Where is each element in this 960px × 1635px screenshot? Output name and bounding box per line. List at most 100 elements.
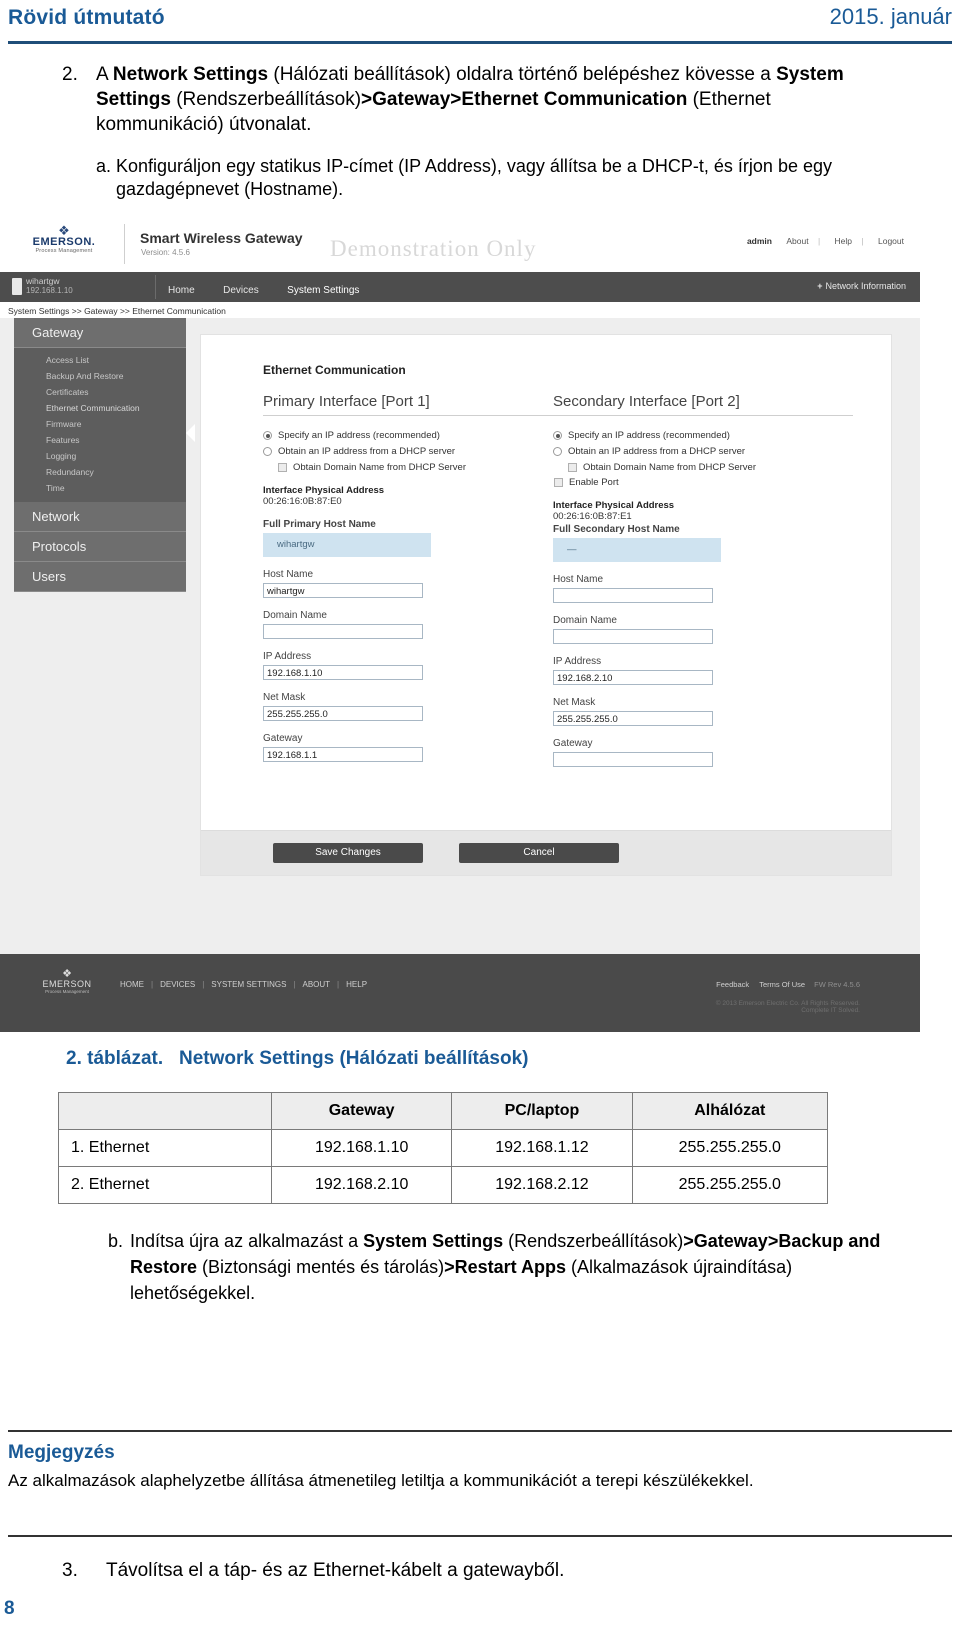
sidebar-item-backup-and-restore[interactable]: Backup And Restore xyxy=(14,368,186,384)
step-2-number: 2. xyxy=(62,64,78,85)
primary-radio-specify-ip[interactable]: Specify an IP address (recommended) xyxy=(263,430,563,441)
step-2b: b. Indítsa újra az alkalmazást a System … xyxy=(108,1228,898,1306)
secondary-host-name-input[interactable] xyxy=(553,588,713,603)
secondary-gateway-input[interactable] xyxy=(553,752,713,767)
nav-item-home[interactable]: Home xyxy=(168,285,195,296)
step-2a-label: a. xyxy=(96,156,112,176)
secondary-gateway-field: Gateway xyxy=(553,738,853,767)
secondary-radio-specify-ip-label: Specify an IP address (recommended) xyxy=(568,430,730,441)
feedback-link[interactable]: Feedback xyxy=(716,980,749,989)
checkbox-icon xyxy=(278,463,287,472)
secondary-radio-specify-ip[interactable]: Specify an IP address (recommended) xyxy=(553,430,853,441)
footer-link-about[interactable]: ABOUT xyxy=(302,980,330,989)
secondary-host-name-field: Host Name xyxy=(553,574,853,603)
step-2a: a. Konfiguráljon egy statikus IP-címet (… xyxy=(96,155,886,201)
secondary-checkbox-enable-port-label: Enable Port xyxy=(569,477,619,488)
sidebar-section-protocols[interactable]: Protocols xyxy=(14,532,186,562)
table-caption: 2. táblázat. Network Settings (Hálózati … xyxy=(66,1048,528,1070)
sidebar-item-redundancy[interactable]: Redundancy xyxy=(14,464,186,480)
primary-mac-block: Interface Physical Address 00:26:16:0B:8… xyxy=(263,485,563,507)
page-number: 8 xyxy=(4,1598,15,1619)
account-sep-1: | xyxy=(817,236,821,246)
sidebar-gateway-items: Access List Backup And Restore Certifica… xyxy=(14,348,195,502)
primary-ip-address-field: IP Address 192.168.1.10 xyxy=(263,651,563,680)
primary-net-mask-input[interactable]: 255.255.255.0 xyxy=(263,706,423,721)
nav-item-system-settings[interactable]: System Settings xyxy=(287,285,359,296)
gateway-name: wihartgw xyxy=(26,276,60,286)
secondary-checkbox-domain-label: Obtain Domain Name from DHCP Server xyxy=(583,462,756,473)
sidebar-item-ethernet-communication[interactable]: Ethernet Communication xyxy=(14,400,186,416)
secondary-checkbox-domain-from-dhcp[interactable]: Obtain Domain Name from DHCP Server xyxy=(553,462,853,473)
sidebar-section-users[interactable]: Users xyxy=(14,562,186,592)
secondary-checkbox-enable-port[interactable]: Enable Port xyxy=(553,477,853,488)
primary-mac-label: Interface Physical Address xyxy=(263,485,385,496)
sidebar-item-time[interactable]: Time xyxy=(14,480,186,496)
help-link[interactable]: Help xyxy=(835,236,852,246)
footer-right-links: Feedback Terms Of Use FW Rev 4.5.6 xyxy=(716,980,860,989)
sidebar-item-logging[interactable]: Logging xyxy=(14,448,186,464)
sidebar-item-features[interactable]: Features xyxy=(14,432,186,448)
page-title: Rövid útmutató xyxy=(8,6,165,29)
primary-domain-name-input[interactable] xyxy=(263,624,423,639)
secondary-ip-address-input[interactable]: 192.168.2.10 xyxy=(553,670,713,685)
terms-of-use-link[interactable]: Terms Of Use xyxy=(759,980,805,989)
nav-item-list: Home Devices System Settings xyxy=(168,280,383,298)
primary-interface-title: Primary Interface [Port 1] xyxy=(263,393,563,416)
primary-gateway-input[interactable]: 192.168.1.1 xyxy=(263,747,423,762)
footer-copyright: © 2013 Emerson Electric Co. All Rights R… xyxy=(716,1000,860,1014)
primary-ip-address-label: IP Address xyxy=(263,651,312,662)
ui-body: Gateway Access List Backup And Restore C… xyxy=(0,318,920,954)
table-row: 1. Ethernet 192.168.1.10 192.168.1.12 25… xyxy=(58,1129,829,1167)
gateway-device-icon xyxy=(12,278,22,295)
secondary-full-host-value: — xyxy=(553,538,721,562)
table-row-2-subnet: 255.255.255.0 xyxy=(631,1166,829,1204)
secondary-full-host-block: Full Secondary Host Name — xyxy=(553,524,853,562)
secondary-net-mask-input[interactable]: 255.255.255.0 xyxy=(553,711,713,726)
primary-host-name-field: Host Name wihartgw xyxy=(263,569,563,598)
primary-domain-name-label: Domain Name xyxy=(263,610,327,621)
nav-item-devices[interactable]: Devices xyxy=(223,285,259,296)
footer-link-help[interactable]: HELP xyxy=(346,980,367,989)
footer-link-home[interactable]: HOME xyxy=(120,980,144,989)
secondary-net-mask-label: Net Mask xyxy=(553,697,596,708)
cancel-button[interactable]: Cancel xyxy=(459,843,619,863)
secondary-mac-value: 00:26:16:0B:87:E1 xyxy=(553,511,632,522)
demonstration-watermark: Demonstration Only xyxy=(330,236,537,261)
step-2: 2. A Network Settings (Hálózati beállítá… xyxy=(62,62,892,137)
footer-link-devices[interactable]: DEVICES xyxy=(160,980,195,989)
primary-host-name-input[interactable]: wihartgw xyxy=(263,583,423,598)
secondary-ip-address-field: IP Address 192.168.2.10 xyxy=(553,656,853,685)
sidebar-item-certificates[interactable]: Certificates xyxy=(14,384,186,400)
table-row-1-label: 1. Ethernet xyxy=(58,1129,272,1167)
emerson-flame-icon: ❖ xyxy=(62,968,72,980)
save-changes-button[interactable]: Save Changes xyxy=(273,843,423,863)
primary-checkbox-domain-from-dhcp[interactable]: Obtain Domain Name from DHCP Server xyxy=(263,462,563,473)
sidebar-item-access-list[interactable]: Access List xyxy=(14,352,186,368)
logout-link[interactable]: Logout xyxy=(878,236,904,246)
checkbox-icon xyxy=(554,478,563,487)
gateway-identity: wihartgw 192.168.1.10 xyxy=(26,276,73,295)
table-header-subnet: Alhálózat xyxy=(631,1092,829,1130)
radio-selected-icon xyxy=(263,431,272,440)
plus-icon: + xyxy=(817,281,823,291)
secondary-interface-column: Secondary Interface [Port 2] Specify an … xyxy=(553,393,853,767)
brand-divider xyxy=(124,224,125,264)
gateway-web-ui-screenshot: ❖ EMERSON. Process Management Smart Wire… xyxy=(0,216,920,1032)
primary-radio-dhcp[interactable]: Obtain an IP address from a DHCP server xyxy=(263,446,563,457)
secondary-domain-name-label: Domain Name xyxy=(553,615,617,626)
primary-ip-address-input[interactable]: 192.168.1.10 xyxy=(263,665,423,680)
footer-link-system-settings[interactable]: SYSTEM SETTINGS xyxy=(211,980,286,989)
sidebar-item-firmware[interactable]: Firmware xyxy=(14,416,186,432)
about-link[interactable]: About xyxy=(786,236,808,246)
radio-unselected-icon xyxy=(263,447,272,456)
secondary-radio-dhcp[interactable]: Obtain an IP address from a DHCP server xyxy=(553,446,853,457)
primary-checkbox-domain-label: Obtain Domain Name from DHCP Server xyxy=(293,462,466,473)
secondary-net-mask-field: Net Mask 255.255.255.0 xyxy=(553,697,853,726)
primary-net-mask-label: Net Mask xyxy=(263,692,306,703)
page-date: 2015. január xyxy=(829,4,952,29)
secondary-domain-name-input[interactable] xyxy=(553,629,713,644)
step-3-text: Távolítsa el a táp- és az Ethernet-kábel… xyxy=(106,1560,565,1581)
sidebar-section-gateway[interactable]: Gateway xyxy=(14,318,186,348)
sidebar-section-network[interactable]: Network xyxy=(14,502,186,532)
network-information-button[interactable]: + Network Information xyxy=(817,281,906,291)
